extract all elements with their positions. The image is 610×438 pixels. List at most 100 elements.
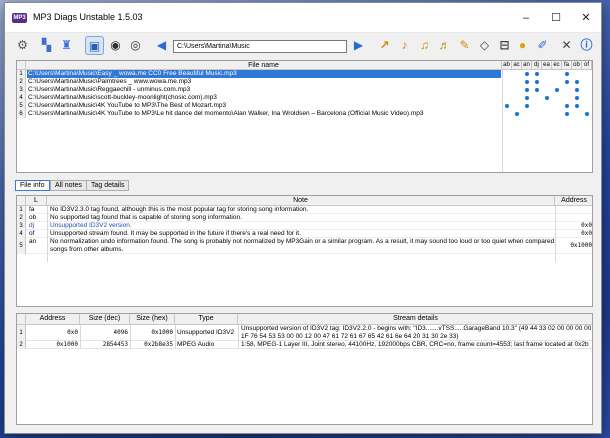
row-number: 1 — [17, 206, 26, 214]
file-name[interactable]: C:\Users\Martina\Music\4K YouTube to MP3… — [27, 102, 501, 110]
table-row[interactable]: 6 C:\Users\Martina\Music\4K YouTube to MP… — [17, 110, 592, 118]
normalize-icon[interactable]: ● — [513, 36, 532, 55]
gear-icon[interactable]: ⚙ — [13, 36, 32, 55]
file-name[interactable]: C:\Users\Martina\Music\scott-buckley-moo… — [27, 94, 501, 102]
address-header[interactable]: Address — [26, 314, 80, 325]
file-name-header[interactable]: File name — [26, 61, 502, 70]
address-header[interactable]: Address — [555, 196, 592, 206]
note-row[interactable]: 1 fa No ID3V2.3.0 tag found, although this… — [17, 206, 592, 214]
arrow-right-icon[interactable]: ▶ — [349, 36, 368, 55]
tab-tag-details[interactable]: Tag details — [86, 180, 130, 191]
note-header[interactable]: Note — [47, 196, 555, 206]
note-column-header-ab[interactable]: ab — [502, 61, 512, 70]
note-row[interactable]: 5 an No normalization undo information fou… — [17, 238, 592, 254]
stream-type: MPEG Audio — [177, 341, 215, 348]
brush-icon[interactable]: ✐ — [533, 36, 552, 55]
tools-icon[interactable]: ✕ — [557, 36, 576, 55]
stream-address: 0x1000 — [56, 341, 78, 348]
streams-table[interactable]: Address Size (dec) Size (hex) Type Strea… — [16, 313, 593, 425]
note-column-header-ob[interactable]: ob — [572, 61, 582, 70]
note-row[interactable]: 3 dj Unsupported ID3V2 version. 0x0 — [17, 222, 592, 230]
column-divider — [80, 325, 81, 349]
tag-icon[interactable]: ◇ — [475, 36, 494, 55]
note-dot — [585, 112, 589, 116]
note-column-header-an[interactable]: an — [522, 61, 532, 70]
minimize-button[interactable]: – — [511, 3, 541, 33]
table-row[interactable]: 5 C:\Users\Martina\Music\4K YouTube to MP… — [17, 102, 592, 110]
note-row[interactable]: 4 of Unsupported stream found. It may be s… — [17, 230, 592, 238]
file-name[interactable]: C:\Users\Martina\Music\4K YouTube to MP3… — [27, 110, 501, 118]
transform-icon[interactable]: ↗ — [375, 36, 394, 55]
label-header[interactable]: L — [26, 196, 47, 206]
column-divider — [502, 70, 503, 172]
notes-table[interactable]: L Note Address 1 fa No ID3V2.3.0 tag found… — [16, 195, 593, 307]
details-header[interactable]: Stream details — [238, 314, 592, 325]
note-column-header-ac[interactable]: ac — [512, 61, 522, 70]
corner-header — [17, 196, 26, 206]
note-dot — [575, 104, 579, 108]
column-divider — [238, 325, 239, 349]
note-column-header-fa[interactable]: fa — [562, 61, 572, 70]
stream-row[interactable]: 2 0x1000 2854453 0x2b8e35 MPEG Audio 1:58, MP… — [17, 341, 592, 349]
note-text: Unsupported stream found. It may be supp… — [50, 230, 301, 237]
file-name[interactable]: C:\Users\Martina\Music\Easy _ wowa.me CC… — [27, 70, 501, 78]
corner-header — [17, 314, 26, 325]
table-row[interactable]: 2 C:\Users\Martina\Music\Palmtrees _ www.… — [17, 78, 592, 86]
note-dot — [535, 88, 539, 92]
transform-4-icon[interactable]: ✎ — [455, 36, 474, 55]
note-dot — [525, 104, 529, 108]
column-divider — [47, 206, 48, 262]
note-label: fa — [29, 206, 35, 213]
disc-icon[interactable]: ◉ — [106, 36, 125, 55]
row-number: 2 — [17, 78, 26, 86]
note-dot — [525, 96, 529, 100]
user-folder-icon[interactable]: ♜ — [57, 36, 76, 55]
transform-3-icon[interactable]: ♬ — [435, 36, 454, 55]
row-number: 1 — [17, 70, 26, 78]
info-icon[interactable]: ⓘ — [577, 36, 596, 55]
note-dot — [555, 88, 559, 92]
note-dot — [525, 88, 529, 92]
window-title: MP3 Diags Unstable 1.5.03 — [33, 12, 143, 22]
file-list-table[interactable]: File name ab ac an dj ea ec fa ob of 1 C:\Users\M… — [16, 60, 593, 173]
note-text: No ID3V2.3.0 tag found, although this is… — [50, 206, 309, 213]
file-name[interactable]: C:\Users\Martina\Music\Palmtrees _ www.w… — [27, 78, 501, 86]
transform-2-icon[interactable]: ♫ — [415, 36, 434, 55]
note-row[interactable]: 2 ob No supported tag found that is capabl… — [17, 214, 592, 222]
table-row[interactable]: 3 C:\Users\Martina\Music\Reggaechill - un… — [17, 86, 592, 94]
note-column-header-dj[interactable]: dj — [532, 61, 542, 70]
size-dec-header[interactable]: Size (dec) — [80, 314, 130, 325]
folder-scan-icon[interactable]: ▚ — [37, 36, 56, 55]
path-input[interactable]: C:\Users\Martina\Music — [173, 40, 347, 53]
toolbar: ⚙ ▚ ♜ ▣ ◉ ◎ ◀ C:\Users\Martina\Music ▶ ↗… — [5, 33, 601, 59]
stream-row[interactable]: 1 0x0 4096 0x1000 Unsupported ID3V2 Unsupport… — [17, 325, 592, 341]
table-row[interactable]: 4 C:\Users\Martina\Music\scott-buckley-mo… — [17, 94, 592, 102]
maximize-button[interactable]: ☐ — [541, 3, 571, 33]
note-dot — [505, 104, 509, 108]
note-dot — [565, 80, 569, 84]
tab-file-info[interactable]: File info — [15, 180, 50, 191]
close-button[interactable]: ✕ — [571, 3, 601, 33]
note-column-header-ea[interactable]: ea — [542, 61, 552, 70]
tab-all-notes[interactable]: All notes — [50, 180, 87, 191]
disc-stop-icon[interactable]: ◎ — [126, 36, 145, 55]
ruler-icon[interactable]: ⊟ — [495, 36, 514, 55]
note-dot — [575, 88, 579, 92]
note-label: ob — [29, 214, 37, 221]
corner-header — [17, 61, 26, 70]
row-number: 2 — [17, 214, 26, 222]
size-hex-header[interactable]: Size (hex) — [130, 314, 175, 325]
file-name[interactable]: C:\Users\Martina\Music\Reggaechill - unm… — [27, 86, 501, 94]
table-row[interactable]: 1 C:\Users\Martina\Music\Easy _ wowa.me C… — [17, 70, 592, 78]
arrow-left-icon[interactable]: ◀ — [152, 36, 171, 55]
note-dot — [525, 80, 529, 84]
note-column-header-of[interactable]: of — [582, 61, 592, 70]
note-dot — [535, 80, 539, 84]
note-dot — [525, 72, 529, 76]
type-header[interactable]: Type — [175, 314, 238, 325]
note-dot — [545, 96, 549, 100]
note-column-header-ec[interactable]: ec — [552, 61, 562, 70]
monitor-icon[interactable]: ▣ — [85, 36, 104, 55]
transform-1-icon[interactable]: ♪ — [395, 36, 414, 55]
note-dot — [565, 112, 569, 116]
